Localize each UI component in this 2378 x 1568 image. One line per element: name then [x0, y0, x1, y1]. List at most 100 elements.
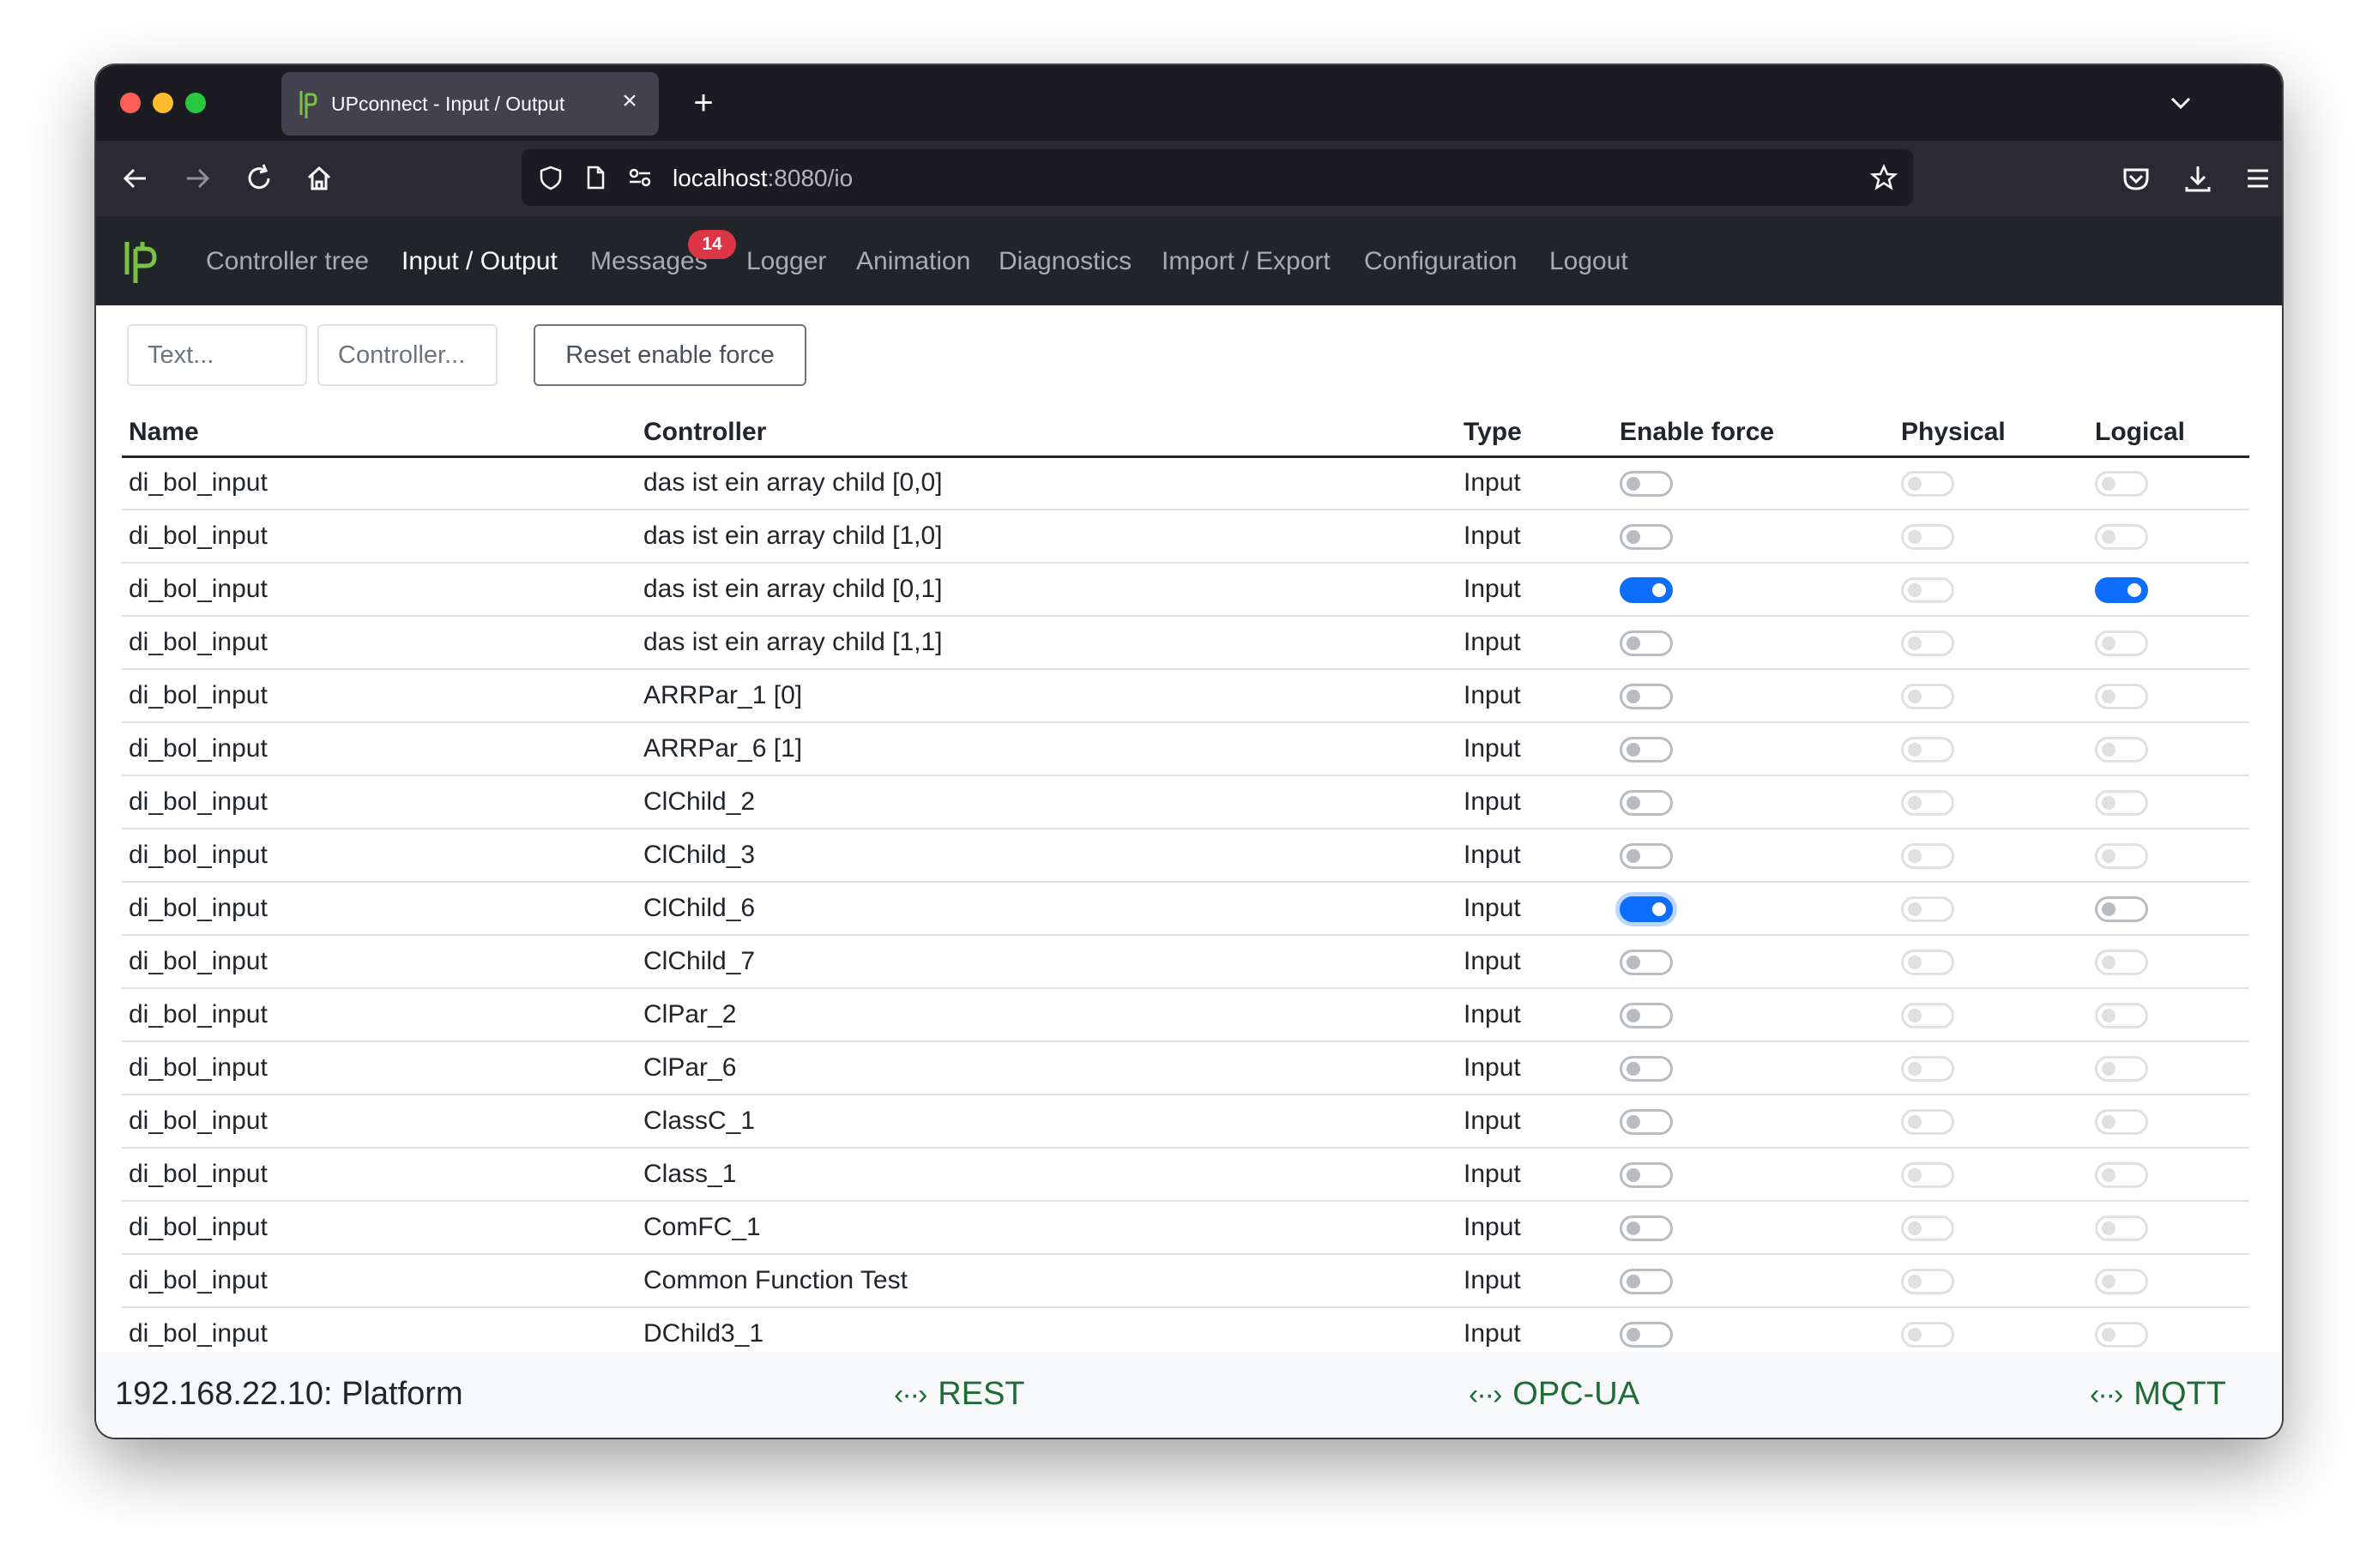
home-icon[interactable]: [300, 160, 338, 197]
url-text[interactable]: localhost:8080/io: [673, 165, 853, 192]
cell-name: di_bol_input: [122, 722, 637, 776]
logical-cell: [2088, 616, 2249, 670]
column-header-physical[interactable]: Physical: [1894, 405, 2088, 458]
hamburger-menu-icon[interactable]: [2239, 160, 2277, 197]
table-row: di_bol_input ClPar_2 Input: [122, 988, 2249, 1042]
downloads-icon[interactable]: [2179, 160, 2217, 197]
table-row: di_bol_input Common Function Test Input: [122, 1254, 2249, 1308]
physical-cell: [1894, 1201, 2088, 1255]
physical-cell: [1894, 1254, 2088, 1308]
io-table-container[interactable]: Name Controller Type Enable force Physic…: [122, 405, 2249, 1417]
upconnect-favicon-icon: [299, 91, 317, 118]
bookmark-star-icon[interactable]: [1870, 164, 1898, 191]
menu-diagnostics[interactable]: Diagnostics: [999, 247, 1132, 276]
app-navbar: Controller tree Input / Output Messages …: [96, 216, 2282, 305]
logical-cell: [2088, 1095, 2249, 1149]
table-row: di_bol_input ARRPar_1 [0] Input: [122, 669, 2249, 723]
logical-toggle: [2095, 1003, 2148, 1029]
cell-type: Input: [1457, 1201, 1613, 1255]
enable-force-toggle[interactable]: [1620, 524, 1673, 551]
enable-force-cell: [1613, 1148, 1894, 1202]
opcua-link[interactable]: ‹··› OPC-UA: [1469, 1376, 1639, 1413]
menu-controller-tree[interactable]: Controller tree: [206, 247, 369, 276]
enable-force-toggle[interactable]: [1620, 1322, 1673, 1348]
enable-force-cell: [1613, 1095, 1894, 1149]
shield-icon[interactable]: [537, 164, 564, 191]
forward-icon[interactable]: [178, 160, 216, 197]
enable-force-toggle[interactable]: [1620, 1003, 1673, 1029]
mqtt-link[interactable]: ‹··› MQTT: [2090, 1376, 2226, 1413]
url-bar[interactable]: localhost:8080/io: [522, 149, 1913, 206]
enable-force-toggle[interactable]: [1620, 896, 1673, 923]
close-tab-icon[interactable]: ×: [614, 86, 645, 117]
enable-force-toggle[interactable]: [1620, 684, 1673, 710]
table-row: di_bol_input das ist ein array child [0,1…: [122, 563, 2249, 617]
menu-logger[interactable]: Logger: [746, 247, 826, 276]
enable-force-toggle[interactable]: [1620, 1269, 1673, 1295]
enable-force-cell: [1613, 882, 1894, 936]
enable-force-toggle[interactable]: [1620, 1109, 1673, 1136]
url-host: localhost: [673, 165, 768, 191]
physical-cell: [1894, 563, 2088, 617]
enable-force-toggle[interactable]: [1620, 630, 1673, 657]
site-permissions-icon[interactable]: [626, 164, 654, 191]
navigation-bar: localhost:8080/io: [96, 141, 2282, 216]
logical-cell: [2088, 935, 2249, 989]
cell-name: di_bol_input: [122, 563, 637, 617]
cell-controller: ClPar_6: [637, 1041, 1457, 1095]
column-header-logical[interactable]: Logical: [2088, 405, 2249, 458]
cell-controller: ComFC_1: [637, 1201, 1457, 1255]
text-filter-input[interactable]: [127, 324, 307, 386]
enable-force-toggle[interactable]: [1620, 737, 1673, 763]
controller-filter-input[interactable]: [317, 324, 498, 386]
logical-toggle[interactable]: [2095, 896, 2148, 923]
cell-type: Input: [1457, 616, 1613, 670]
menu-import-export[interactable]: Import / Export: [1162, 247, 1331, 276]
rest-link[interactable]: ‹··› REST: [894, 1376, 1025, 1413]
reset-enable-force-button[interactable]: Reset enable force: [534, 324, 806, 386]
column-header-name[interactable]: Name: [122, 405, 637, 458]
menu-configuration[interactable]: Configuration: [1364, 247, 1517, 276]
enable-force-toggle[interactable]: [1620, 1162, 1673, 1189]
cell-name: di_bol_input: [122, 882, 637, 936]
enable-force-toggle[interactable]: [1620, 950, 1673, 976]
enable-force-toggle[interactable]: [1620, 843, 1673, 870]
logical-toggle[interactable]: [2095, 577, 2148, 604]
enable-force-toggle[interactable]: [1620, 790, 1673, 817]
logical-cell: [2088, 882, 2249, 936]
physical-cell: [1894, 456, 2088, 510]
physical-toggle: [1901, 1162, 1954, 1189]
menu-input-output[interactable]: Input / Output: [401, 247, 558, 276]
enable-force-toggle[interactable]: [1620, 1056, 1673, 1083]
cell-controller: ClassC_1: [637, 1095, 1457, 1149]
minimize-window-button[interactable]: [153, 93, 173, 113]
cell-name: di_bol_input: [122, 1148, 637, 1202]
new-tab-button[interactable]: +: [685, 84, 722, 122]
column-header-enable-force[interactable]: Enable force: [1613, 405, 1894, 458]
enable-force-toggle[interactable]: [1620, 577, 1673, 604]
zoom-window-button[interactable]: [185, 93, 206, 113]
column-header-controller[interactable]: Controller: [637, 405, 1457, 458]
browser-tab[interactable]: UPconnect - Input / Output ×: [281, 72, 659, 136]
column-header-type[interactable]: Type: [1457, 405, 1613, 458]
reload-icon[interactable]: [240, 160, 278, 197]
physical-toggle: [1901, 1215, 1954, 1242]
cell-name: di_bol_input: [122, 1041, 637, 1095]
enable-force-toggle[interactable]: [1620, 1215, 1673, 1242]
enable-force-cell: [1613, 775, 1894, 829]
up-logo[interactable]: [122, 237, 160, 286]
pocket-icon[interactable]: [2117, 160, 2155, 197]
physical-toggle: [1901, 684, 1954, 710]
list-all-tabs-icon[interactable]: [2165, 87, 2196, 118]
enable-force-toggle[interactable]: [1620, 471, 1673, 498]
close-window-button[interactable]: [120, 93, 141, 113]
menu-animation[interactable]: Animation: [856, 247, 970, 276]
menu-logout[interactable]: Logout: [1549, 247, 1628, 276]
physical-cell: [1894, 1095, 2088, 1149]
cell-type: Input: [1457, 1041, 1613, 1095]
page-icon[interactable]: [582, 164, 609, 191]
cell-type: Input: [1457, 775, 1613, 829]
cell-name: di_bol_input: [122, 935, 637, 989]
physical-cell: [1894, 510, 2088, 564]
back-icon[interactable]: [117, 160, 154, 197]
